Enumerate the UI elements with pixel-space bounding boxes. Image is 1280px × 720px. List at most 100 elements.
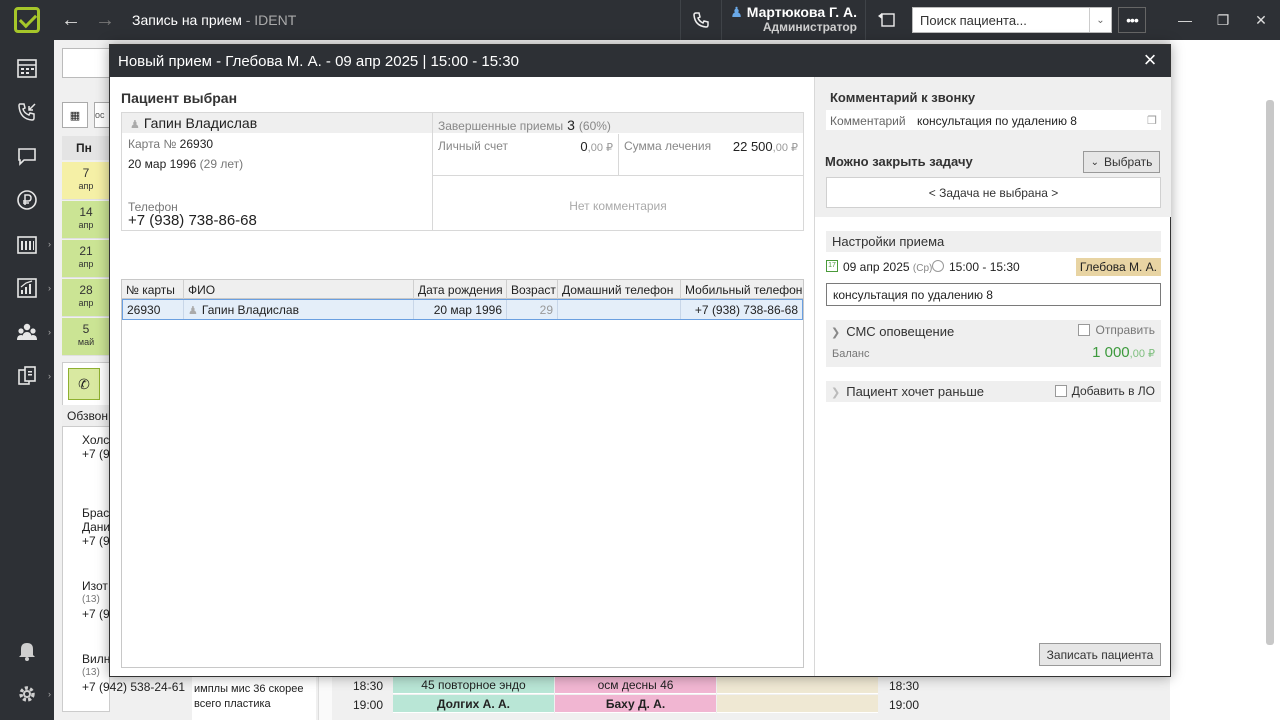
call-list-item[interactable]: Брас Дани +7 (9: [62, 506, 110, 548]
background-scrollbar[interactable]: [1266, 100, 1274, 645]
table-cell: 20 мар 1996: [414, 300, 507, 319]
chat-icon[interactable]: [0, 136, 54, 176]
column-header[interactable]: ФИО: [184, 280, 414, 299]
column-header[interactable]: Домашний телефон: [558, 280, 681, 299]
column-header[interactable]: Мобильный телефон: [681, 280, 803, 299]
selected-task[interactable]: < Задача не выбрана >: [826, 177, 1161, 208]
incoming-call-icon[interactable]: [0, 92, 54, 132]
appointment-comment-input[interactable]: консультация по удалению 8: [826, 283, 1161, 306]
add-to-waitlist-checkbox[interactable]: Добавить в ЛО: [1054, 384, 1155, 398]
table-cell: 26930: [123, 300, 184, 319]
sms-balance: 1 000,00 ₽: [1092, 344, 1155, 361]
day-header: Пн: [62, 136, 110, 160]
schedule-grid: 18:30 19:00 45 повторное эндо осм десны …: [344, 676, 928, 720]
window-title: Запись на прием - IDENT: [132, 12, 297, 28]
appointment-settings-title: Настройки приема: [826, 231, 1161, 252]
select-task-button[interactable]: ⌄ Выбрать: [1083, 151, 1160, 173]
close-task-title: Можно закрыть задачу: [825, 154, 973, 169]
table-cell: +7 (938) 738-86-68: [694, 303, 798, 317]
note-scrollbar[interactable]: [318, 676, 332, 720]
patient-search-input[interactable]: [913, 12, 1089, 28]
table-header: № карты ФИО Дата рождения Возраст Домашн…: [122, 280, 803, 299]
appointment-cell[interactable]: осм десны 46: [555, 676, 716, 694]
appointment-time[interactable]: 15:00 - 15:30: [949, 260, 1020, 274]
checkbox-icon: [1078, 324, 1091, 336]
chevron-right-icon: ❯: [831, 387, 841, 399]
table-row[interactable]: 26930 ♟ Гапин Владислав 20 мар 1996 29 +7…: [122, 299, 803, 320]
switch-user-icon[interactable]: [866, 0, 906, 40]
person-icon: ♟: [130, 119, 140, 131]
book-patient-button[interactable]: Записать пациента: [1039, 643, 1161, 666]
doctor-badge[interactable]: Глебова М. А.: [1075, 258, 1161, 276]
copy-icon[interactable]: ❐: [1147, 114, 1157, 127]
sms-notification-section: ❯ СМС оповещение Отправить Баланс 1 000,0…: [826, 320, 1161, 367]
background-right-panel: [1170, 40, 1280, 720]
empty-slot[interactable]: [717, 676, 878, 694]
forward-arrow-icon[interactable]: →: [88, 0, 122, 40]
patient-search[interactable]: ⌄: [912, 7, 1112, 33]
schedule-icon[interactable]: ›: [0, 224, 54, 264]
person-icon: ♟: [188, 305, 198, 317]
ruble-icon[interactable]: [0, 180, 54, 220]
call-comment-row: Комментарий консультация по удалению 8 ❐: [826, 110, 1161, 130]
call-comment-value: консультация по удалению 8: [917, 114, 1077, 128]
chevron-down-icon[interactable]: ⌄: [1089, 8, 1111, 32]
appointment-date[interactable]: 09 апр 2025 (Ср): [843, 260, 932, 274]
calendar-grid-icon[interactable]: [0, 48, 54, 88]
bell-icon[interactable]: [0, 630, 54, 670]
completed-visits: Завершенные приемы 3 (60%): [433, 113, 803, 133]
phone-icon[interactable]: [681, 0, 721, 40]
time-label: 18:30: [888, 678, 920, 693]
restore-icon[interactable]: ❐: [1204, 0, 1242, 40]
earlier-expander[interactable]: ❯ Пациент хочет раньше: [831, 384, 984, 399]
call-list-button[interactable]: ✆: [68, 368, 100, 400]
left-sidebar: › › › › ›: [0, 40, 54, 720]
calendar-day[interactable]: 5 май: [62, 318, 110, 356]
personal-account: Личный счет 0,00 ₽: [433, 134, 619, 176]
checkbox-icon: [1054, 385, 1067, 397]
column-header[interactable]: № карты: [122, 280, 184, 299]
call-list-item[interactable]: Изот (13) +7 (9: [62, 579, 110, 621]
calendar-day[interactable]: 14 апр: [62, 201, 110, 239]
new-appointment-dialog: Новый прием - Глебова М. А. - 09 апр 202…: [109, 44, 1171, 677]
patient-comment[interactable]: Нет комментария: [433, 177, 803, 230]
table-cell: 29: [507, 300, 558, 319]
dialog-header: Новый прием - Глебова М. А. - 09 апр 202…: [110, 45, 1170, 77]
patient-card: ♟ Гапин Владислав Карта № 26930 20 мар 19…: [121, 112, 804, 231]
settings-icon[interactable]: ›: [0, 674, 54, 714]
users-icon[interactable]: ›: [0, 312, 54, 352]
column-header[interactable]: Возраст: [507, 280, 558, 299]
call-comment-title: Комментарий к звонку: [830, 90, 976, 105]
column-header[interactable]: Дата рождения: [414, 280, 507, 299]
chart-icon[interactable]: ›: [0, 268, 54, 308]
appointment-cell[interactable]: Баху Д. А.: [555, 695, 716, 713]
background-tab[interactable]: ос: [94, 102, 110, 128]
user-pin-icon: ♟: [730, 4, 743, 20]
documents-icon[interactable]: ›: [0, 356, 54, 396]
chevron-right-icon: ❯: [831, 327, 841, 339]
card-number: 26930: [179, 137, 214, 151]
more-menu-button[interactable]: •••: [1118, 7, 1146, 33]
patient-name: ♟ Гапин Владислав: [122, 113, 432, 133]
send-sms-checkbox[interactable]: Отправить: [1078, 323, 1155, 337]
back-arrow-icon[interactable]: ←: [54, 0, 88, 40]
app-logo[interactable]: [0, 0, 54, 40]
calendar-day[interactable]: 21 апр: [62, 240, 110, 278]
appointment-cell[interactable]: 45 повторное эндо: [393, 676, 554, 694]
call-list-header: Обзвон: [62, 405, 110, 427]
empty-slot[interactable]: [717, 695, 878, 713]
call-list-item[interactable]: Холс +7 (9: [62, 433, 110, 461]
close-window-icon[interactable]: ✕: [1242, 0, 1280, 40]
appointment-note: имплы мис 36 скорее всего пластика: [192, 676, 316, 720]
current-user[interactable]: ♟ Мартюкова Г. А. Администратор: [722, 5, 865, 35]
calendar-day[interactable]: 28 апр: [62, 279, 110, 317]
minimize-icon[interactable]: —: [1166, 0, 1204, 40]
birth-date: 20 мар 1996: [128, 157, 197, 171]
close-icon[interactable]: ×: [1138, 49, 1162, 73]
clock-icon: [932, 260, 944, 272]
sms-expander[interactable]: ❯ СМС оповещение: [831, 324, 954, 339]
calendar-day[interactable]: 7 апр: [62, 162, 110, 200]
time-label: 19:00: [888, 697, 920, 712]
appointment-cell[interactable]: Долгих А. А.: [393, 695, 554, 713]
calendar-icon[interactable]: ▦: [62, 102, 88, 128]
